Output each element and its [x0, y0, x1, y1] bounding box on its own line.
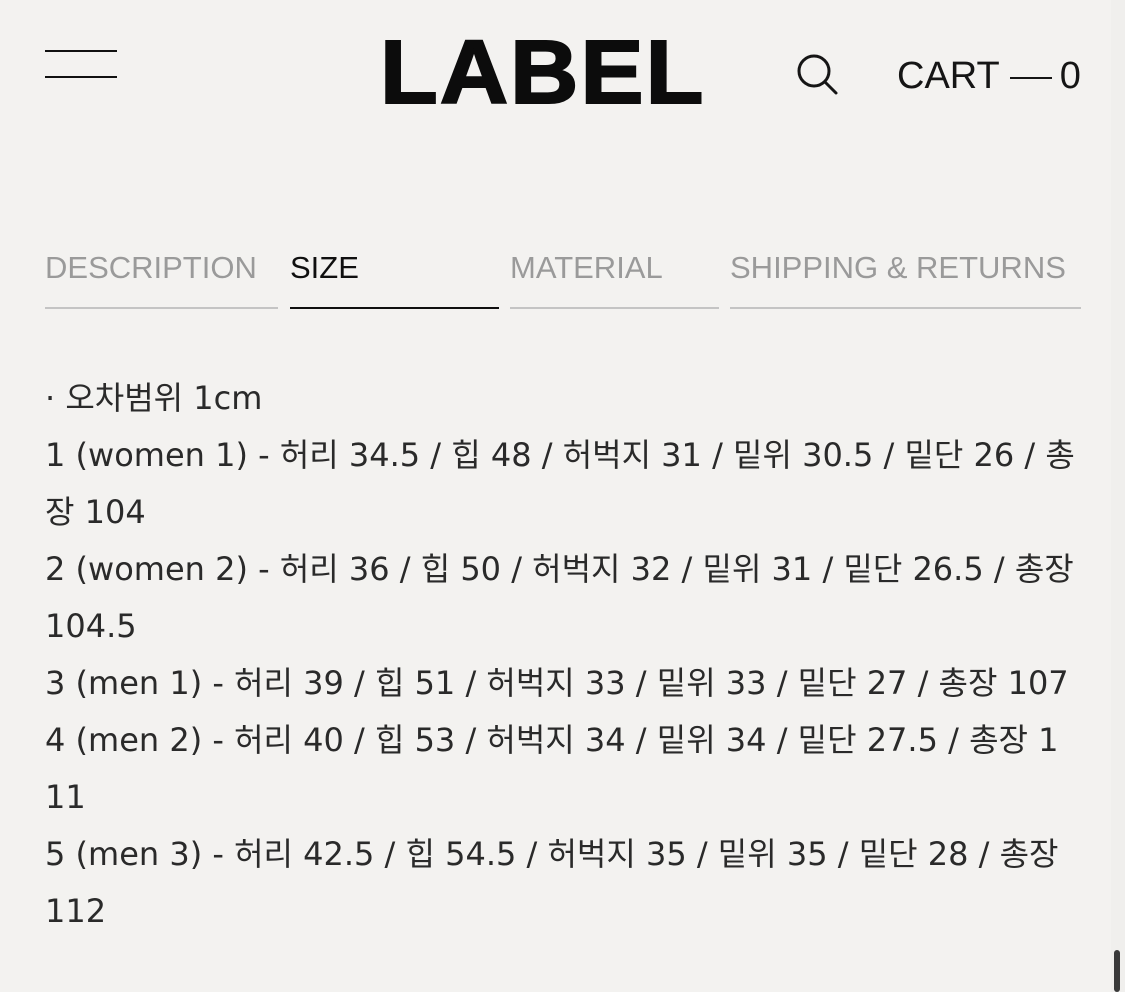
size-row-3: 3 (men 1) - 허리 39 / 힙 51 / 허벅지 33 / 밑위 3…	[45, 664, 1069, 702]
tab-size-label: SIZE	[290, 250, 359, 285]
search-icon[interactable]	[792, 52, 842, 98]
hamburger-menu-icon[interactable]	[45, 50, 117, 80]
cart-label: CART	[897, 55, 1000, 97]
tab-shipping-returns-label: SHIPPING & RETURNS	[730, 250, 1066, 285]
site-logo[interactable]: LABEL	[379, 18, 705, 128]
size-row-5: 5 (men 3) - 허리 42.5 / 힙 54.5 / 허벅지 35 / …	[45, 835, 1059, 930]
product-info-tabs: DESCRIPTION SIZE MATERIAL SHIPPING & RET…	[45, 240, 1081, 310]
scrollbar-thumb[interactable]	[1114, 950, 1120, 992]
menu-line-top	[45, 50, 117, 52]
tab-material-label: MATERIAL	[510, 250, 663, 285]
size-tolerance: · 오차범위 1cm	[45, 379, 263, 417]
menu-line-bottom	[45, 76, 117, 78]
cart-dash	[1009, 76, 1052, 79]
tab-description[interactable]: DESCRIPTION	[45, 240, 278, 310]
size-row-1: 1 (women 1) - 허리 34.5 / 힙 48 / 허벅지 31 / …	[45, 436, 1075, 531]
tab-description-underline	[45, 307, 278, 309]
search-icon-glyph	[797, 54, 838, 95]
size-info-panel: · 오차범위 1cm 1 (women 1) - 허리 34.5 / 힙 48 …	[45, 370, 1075, 940]
size-row-4: 4 (men 2) - 허리 40 / 힙 53 / 허벅지 34 / 밑위 3…	[45, 721, 1059, 816]
tab-size[interactable]: SIZE	[290, 240, 499, 310]
tab-size-underline	[290, 307, 499, 309]
cart-link[interactable]: CART 0	[897, 52, 1081, 100]
tab-material-underline	[510, 307, 719, 309]
scrollbar-track[interactable]	[1111, 0, 1125, 992]
tab-shipping-returns[interactable]: SHIPPING & RETURNS	[730, 240, 1081, 310]
tab-shipping-returns-underline	[730, 307, 1081, 309]
tab-material[interactable]: MATERIAL	[510, 240, 719, 310]
cart-count: 0	[1059, 55, 1081, 97]
tab-description-label: DESCRIPTION	[45, 250, 257, 285]
size-row-2: 2 (women 2) - 허리 36 / 힙 50 / 허벅지 32 / 밑위…	[45, 550, 1074, 645]
